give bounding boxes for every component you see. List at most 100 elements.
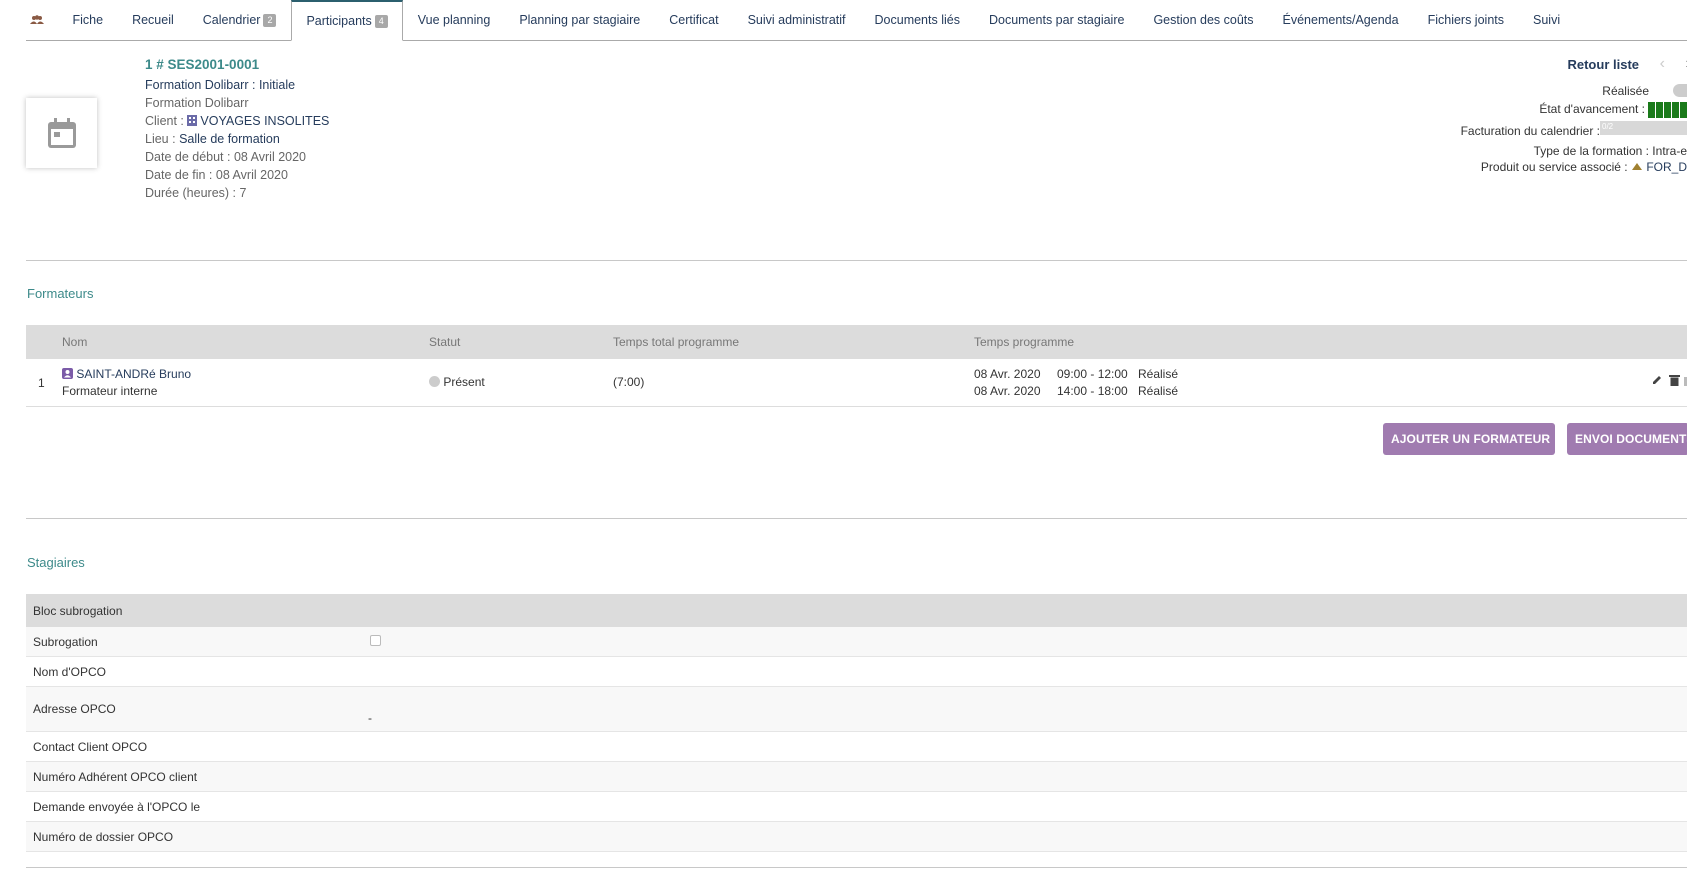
tab-fiche[interactable]: Fiche bbox=[58, 0, 118, 40]
tab-documents-lies[interactable]: Documents liés bbox=[860, 0, 974, 40]
formation-label: Formation Dolibarr : bbox=[145, 78, 259, 92]
tab-label: Fichiers joints bbox=[1427, 13, 1504, 27]
previous-arrow-icon[interactable]: ‹ bbox=[1660, 55, 1665, 73]
slot-date: 08 Avr. 2020 bbox=[974, 367, 1041, 381]
etat-label: État d'avancement : bbox=[1539, 102, 1645, 116]
users-icon bbox=[30, 15, 44, 24]
tab-certificat[interactable]: Certificat bbox=[655, 0, 733, 40]
formation-name: Formation Dolibarr bbox=[145, 96, 249, 110]
tab-label: Calendrier bbox=[202, 13, 261, 27]
facturation-label: Facturation du calendrier : bbox=[1460, 124, 1600, 138]
trainer-name[interactable]: SAINT-ANDRé Bruno bbox=[76, 367, 191, 381]
field-label: Numéro de dossier OPCO bbox=[33, 830, 174, 844]
table-row: 1 SAINT-ANDRé Bruno Formateur interne Pr… bbox=[26, 359, 1687, 407]
tab-label: Gestion des coûts bbox=[1153, 13, 1254, 27]
tab-label: Planning par stagiaire bbox=[519, 13, 641, 27]
edit-icon[interactable] bbox=[1651, 374, 1663, 389]
formation-value[interactable]: Initiale bbox=[259, 78, 295, 92]
tab-label: Documents par stagiaire bbox=[988, 13, 1125, 27]
list-item: Demande envoyée à l'OPCO le bbox=[26, 792, 1687, 822]
slot-time: 14:00 - 18:00 bbox=[1057, 384, 1128, 398]
produit-value[interactable]: FOR_D bbox=[1646, 160, 1687, 174]
tab-suivi-administratif[interactable]: Suivi administratif bbox=[733, 0, 860, 40]
client-value[interactable]: VOYAGES INSOLITES bbox=[200, 114, 329, 128]
object-image bbox=[26, 98, 97, 168]
date-debut: Date de début : 08 Avril 2020 bbox=[145, 150, 306, 164]
tab-vue-planning[interactable]: Vue planning bbox=[403, 0, 505, 40]
calendar-icon bbox=[47, 118, 76, 148]
tab-fichiers-joints[interactable]: Fichiers joints bbox=[1413, 0, 1518, 40]
list-item: Nom d'OPCO bbox=[26, 657, 1687, 687]
lieu-value[interactable]: Salle de formation bbox=[179, 132, 280, 146]
stagiaires-title: Stagiaires bbox=[27, 555, 85, 570]
list-item: Numéro de dossier OPCO bbox=[26, 822, 1687, 852]
list-item: Subrogation bbox=[26, 627, 1687, 657]
retour-liste-link[interactable]: Retour liste bbox=[1567, 57, 1639, 72]
produit-label: Produit ou service associé : bbox=[1480, 160, 1628, 174]
tab-evenements[interactable]: Événements/Agenda bbox=[1268, 0, 1413, 40]
formation-line: Formation Dolibarr : Initiale bbox=[145, 78, 295, 92]
formateurs-table-header: Nom Statut Temps total programme Temps p… bbox=[26, 325, 1687, 359]
tab-calendrier[interactable]: Calendrier 2 bbox=[188, 0, 291, 40]
tab-label: Vue planning bbox=[417, 13, 491, 27]
tab-label: Suivi administratif bbox=[747, 13, 846, 27]
realisee-label: Réalisée bbox=[1602, 84, 1649, 98]
trainer-name-cell[interactable]: SAINT-ANDRé Bruno bbox=[62, 367, 191, 381]
tab-suivi[interactable]: Suivi bbox=[1519, 0, 1575, 40]
tab-participants[interactable]: Participants 4 bbox=[290, 0, 404, 41]
slot-date: 08 Avr. 2020 bbox=[974, 384, 1041, 398]
product-icon bbox=[1631, 163, 1642, 170]
slot-state: Réalisé bbox=[1138, 367, 1179, 381]
tab-label: Certificat bbox=[669, 13, 719, 27]
field-label: Contact Client OPCO bbox=[33, 740, 148, 754]
duree: Durée (heures) : 7 bbox=[145, 186, 247, 200]
send-documents-button[interactable]: ENVOI DOCUMENTS bbox=[1567, 423, 1687, 455]
tab-label: Événements/Agenda bbox=[1282, 13, 1399, 27]
field-label: Demande envoyée à l'OPCO le bbox=[33, 800, 201, 814]
add-trainer-button[interactable]: AJOUTER UN FORMATEUR bbox=[1383, 423, 1555, 455]
col-nom: Nom bbox=[62, 335, 88, 349]
realisee-toggle[interactable] bbox=[1673, 84, 1687, 97]
building-icon bbox=[187, 115, 198, 126]
list-item: Numéro Adhérent OPCO client bbox=[26, 762, 1687, 792]
slot-time: 09:00 - 12:00 bbox=[1057, 367, 1128, 381]
client-label: Client : bbox=[145, 114, 188, 128]
list-item: Contact Client OPCO bbox=[26, 732, 1687, 762]
tab-label: Recueil bbox=[132, 13, 174, 27]
field-value: - bbox=[368, 711, 372, 725]
tab-planning-stagiaire[interactable]: Planning par stagiaire bbox=[505, 0, 655, 40]
divider bbox=[26, 260, 1687, 261]
tab-badge: 2 bbox=[263, 13, 277, 27]
subrogation-checkbox[interactable] bbox=[370, 635, 381, 646]
tab-label: Suivi bbox=[1533, 13, 1561, 27]
tab-badge: 4 bbox=[374, 14, 388, 28]
list-item: Adresse OPCO - bbox=[26, 687, 1687, 732]
client-line: Client : VOYAGES INSOLITES bbox=[145, 114, 329, 128]
tab-users-icon[interactable] bbox=[26, 0, 58, 40]
trash-icon[interactable] bbox=[1669, 374, 1680, 389]
col-statut: Statut bbox=[429, 335, 461, 349]
divider bbox=[26, 867, 1687, 868]
tab-gestion-couts[interactable]: Gestion des coûts bbox=[1139, 0, 1268, 40]
status-text: Présent bbox=[443, 375, 485, 389]
slot-state: Réalisé bbox=[1138, 384, 1179, 398]
session-ref[interactable]: 1 # SES2001-0001 bbox=[145, 57, 259, 72]
divider bbox=[26, 518, 1687, 519]
tab-bar: Fiche Recueil Calendrier 2 Participants 4 … bbox=[26, 0, 1687, 41]
total-time: (7:00) bbox=[613, 375, 645, 389]
field-label: Numéro Adhérent OPCO client bbox=[33, 770, 198, 784]
tab-recueil[interactable]: Recueil bbox=[118, 0, 189, 40]
field-label: Nom d'OPCO bbox=[33, 665, 106, 679]
field-label: Adresse OPCO bbox=[33, 702, 116, 716]
tab-label: Fiche bbox=[72, 13, 104, 27]
status-cell: Présent bbox=[429, 375, 485, 389]
status-dot-icon bbox=[429, 376, 440, 387]
tab-documents-stagiaire[interactable]: Documents par stagiaire bbox=[974, 0, 1138, 40]
row-number: 1 bbox=[38, 376, 45, 390]
col-temps-programme: Temps programme bbox=[974, 335, 1075, 349]
lieu-line: Lieu : Salle de formation bbox=[145, 132, 280, 146]
facturation-bar: 0/2 bbox=[1600, 121, 1687, 135]
field-label: Subrogation bbox=[33, 635, 98, 649]
date-fin: Date de fin : 08 Avril 2020 bbox=[145, 168, 288, 182]
formateurs-title: Formateurs bbox=[27, 286, 94, 301]
